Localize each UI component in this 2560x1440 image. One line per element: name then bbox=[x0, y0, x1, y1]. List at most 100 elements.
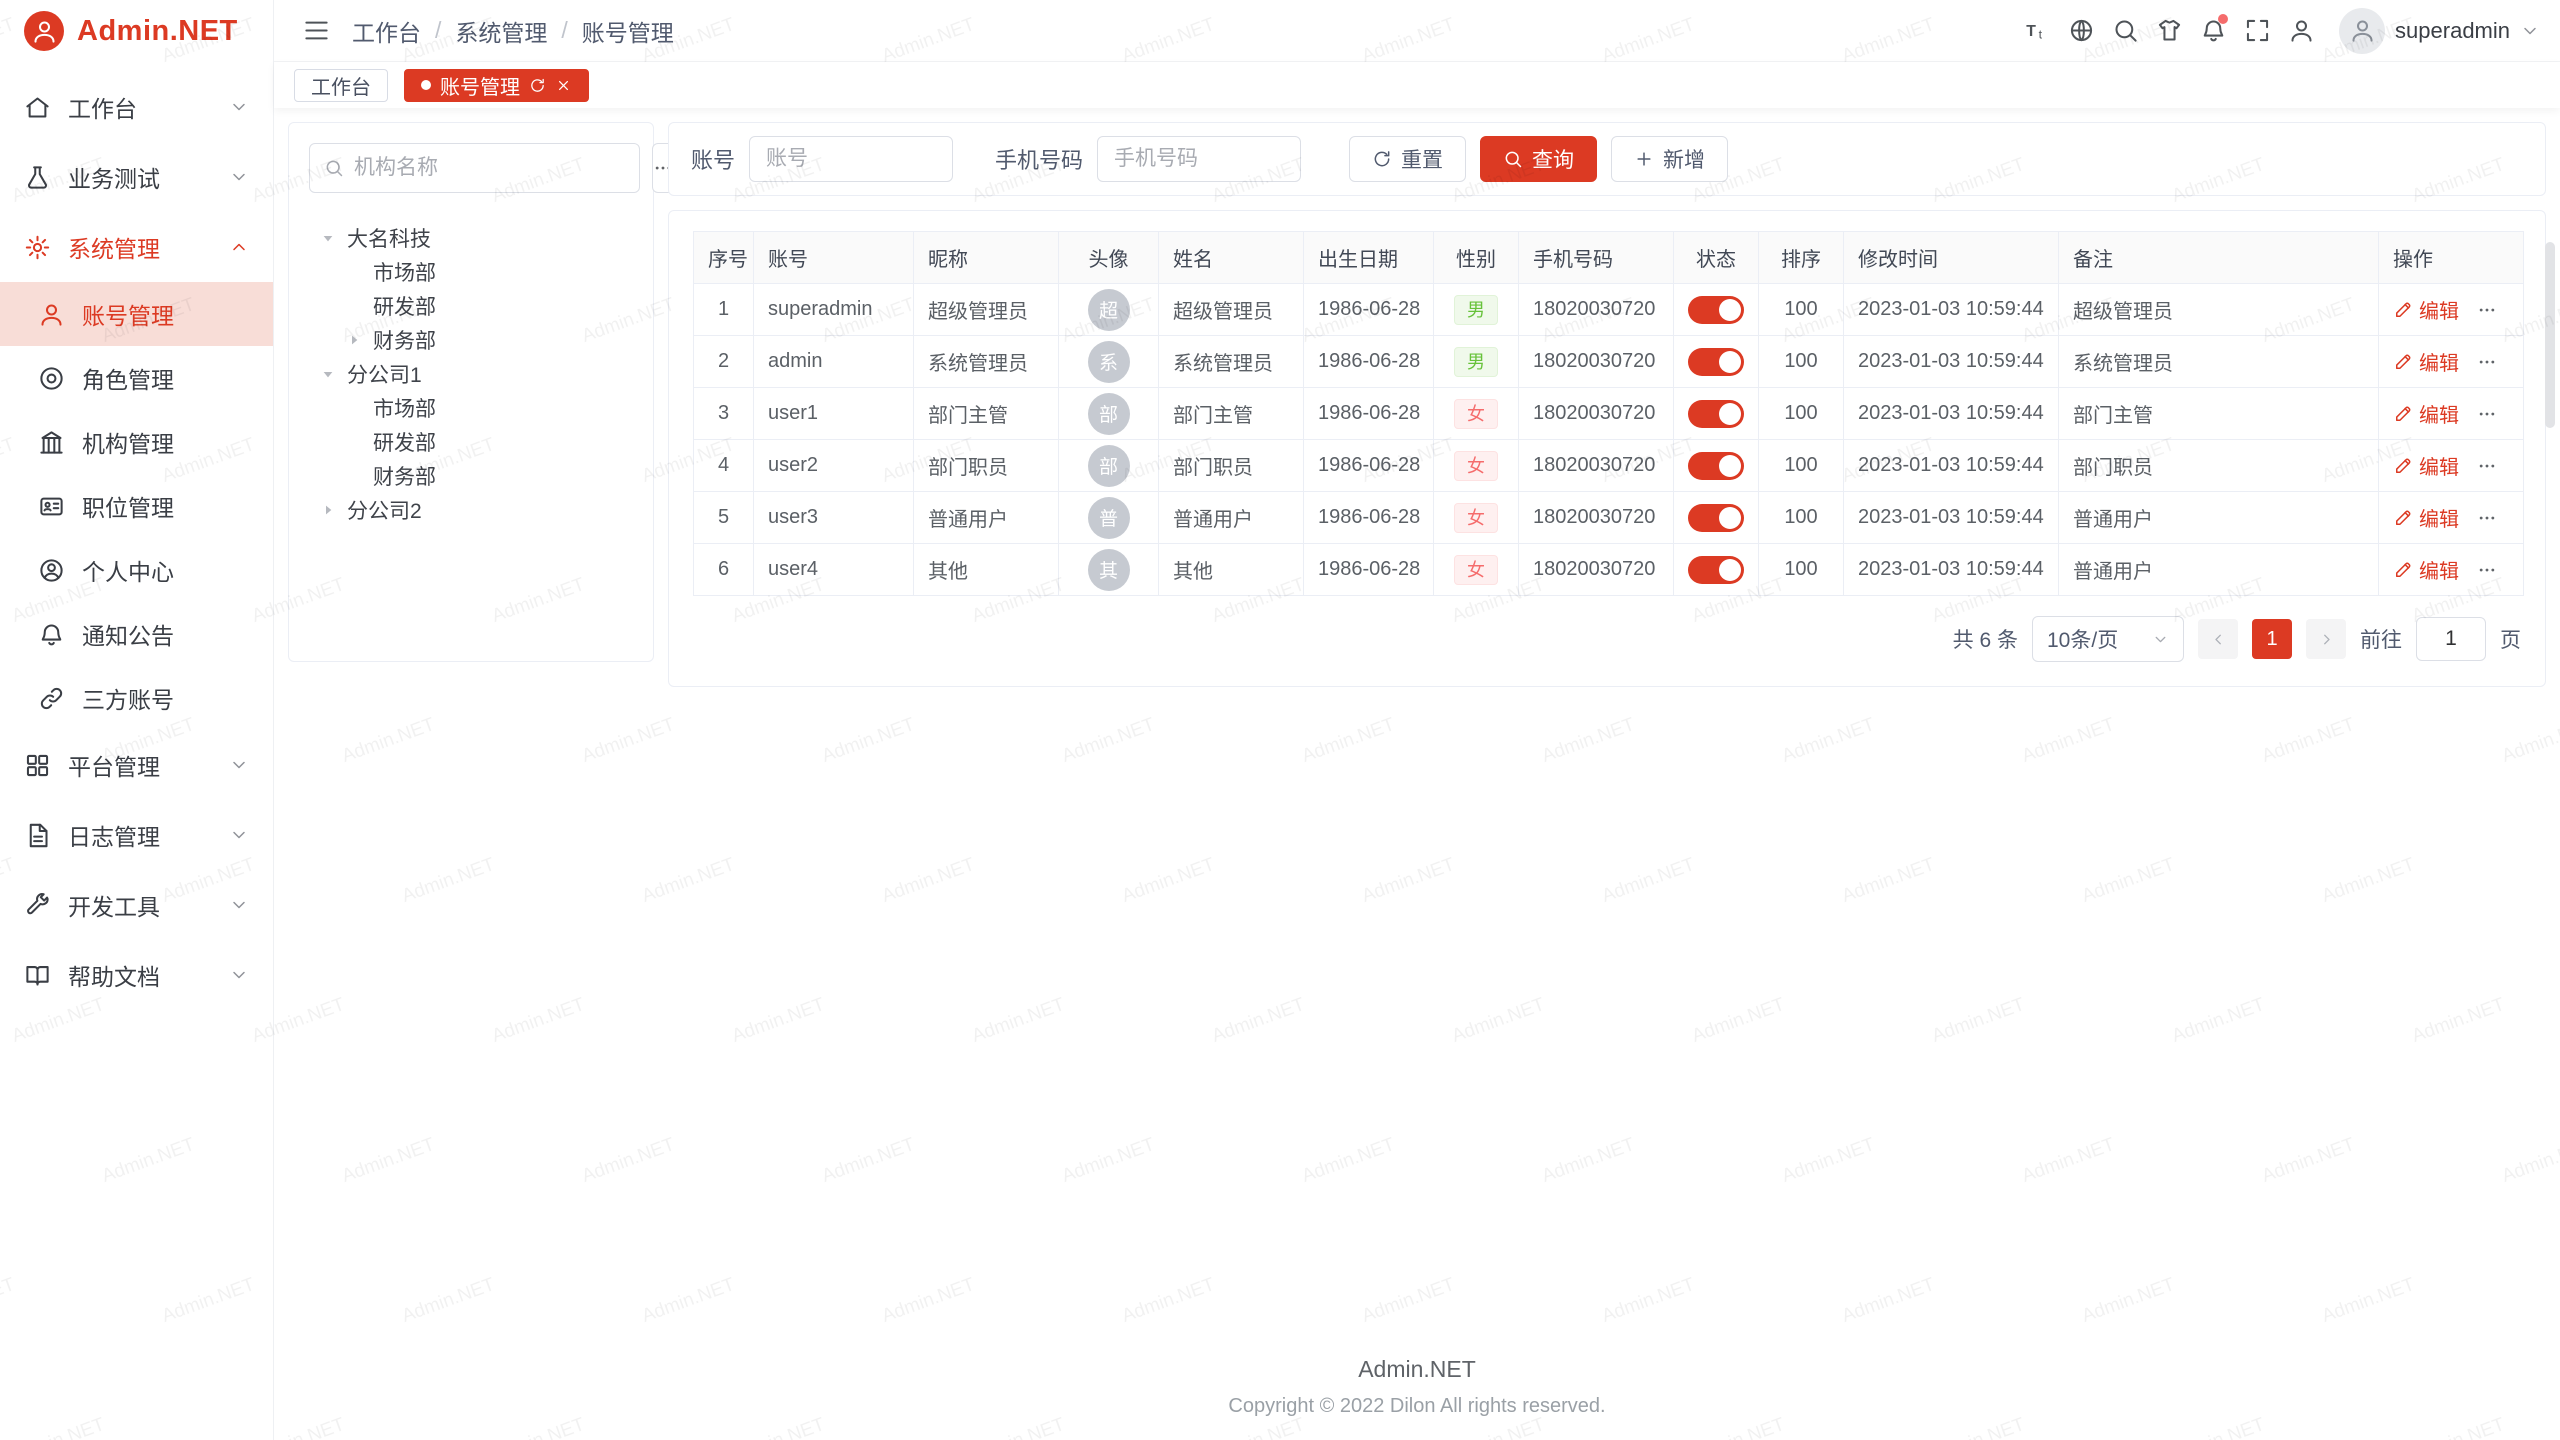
search-icon[interactable] bbox=[2103, 9, 2147, 53]
page-size-select[interactable]: 10条/页 bbox=[2032, 616, 2184, 662]
page-size-value: 10条/页 bbox=[2047, 624, 2118, 654]
edit-button[interactable]: 编辑 bbox=[2393, 555, 2459, 584]
tree-node-1[interactable]: 大名科技 bbox=[309, 221, 633, 255]
page-suffix-label: 页 bbox=[2500, 624, 2521, 654]
status-toggle[interactable] bbox=[1688, 296, 1744, 324]
more-dots-icon bbox=[2477, 352, 2497, 372]
edit-button[interactable]: 编辑 bbox=[2393, 295, 2459, 324]
theme-icon[interactable] bbox=[2147, 9, 2191, 53]
locale-globe-icon[interactable] bbox=[2059, 9, 2103, 53]
sidebar-subitem-7[interactable]: 三方账号 bbox=[0, 666, 273, 730]
tab-2[interactable]: 账号管理 bbox=[404, 69, 589, 102]
status-toggle[interactable] bbox=[1688, 556, 1744, 584]
notification-bell-icon[interactable] bbox=[2191, 9, 2235, 53]
caret-right-icon[interactable] bbox=[343, 329, 365, 351]
sidebar-subitem-2[interactable]: 角色管理 bbox=[0, 346, 273, 410]
sidebar-item-label: 系统管理 bbox=[68, 230, 212, 264]
sidebar-item-2[interactable]: 业务测试 bbox=[0, 142, 273, 212]
sidebar-item-3[interactable]: 系统管理 bbox=[0, 212, 273, 282]
column-header-4: 头像 bbox=[1059, 232, 1159, 284]
row-more-button[interactable] bbox=[2477, 508, 2497, 528]
app-logo[interactable]: Admin.NET bbox=[0, 0, 273, 62]
sidebar-item-5[interactable]: 日志管理 bbox=[0, 800, 273, 870]
sidebar-subitem-6[interactable]: 通知公告 bbox=[0, 602, 273, 666]
gender-tag: 男 bbox=[1454, 295, 1498, 325]
reset-button[interactable]: 重置 bbox=[1349, 136, 1466, 182]
sidebar-collapse-button[interactable] bbox=[294, 9, 338, 53]
search-button[interactable]: 查询 bbox=[1480, 136, 1597, 182]
sidebar-subitem-4[interactable]: 职位管理 bbox=[0, 474, 273, 538]
cell-remark: 普通用户 bbox=[2059, 544, 2379, 596]
caret-right-icon[interactable] bbox=[317, 499, 339, 521]
row-more-button[interactable] bbox=[2477, 300, 2497, 320]
cell-operations: 编辑 bbox=[2379, 440, 2524, 492]
tree-node-7[interactable]: 研发部 bbox=[309, 425, 633, 459]
tree-node-4[interactable]: 财务部 bbox=[309, 323, 633, 357]
tree-node-8[interactable]: 财务部 bbox=[309, 459, 633, 493]
tree-node-9[interactable]: 分公司2 bbox=[309, 493, 633, 527]
phone-query-input[interactable] bbox=[1097, 136, 1301, 182]
font-size-icon[interactable] bbox=[2015, 9, 2059, 53]
tree-node-label: 研发部 bbox=[373, 291, 436, 321]
user-menu[interactable]: superadmin bbox=[2339, 8, 2540, 54]
status-toggle[interactable] bbox=[1688, 452, 1744, 480]
sidebar-subitem-3[interactable]: 机构管理 bbox=[0, 410, 273, 474]
account-query-input[interactable] bbox=[749, 136, 953, 182]
row-more-button[interactable] bbox=[2477, 560, 2497, 580]
edit-button[interactable]: 编辑 bbox=[2393, 503, 2459, 532]
tree-node-2[interactable]: 市场部 bbox=[309, 255, 633, 289]
platform-icon bbox=[24, 752, 51, 779]
edit-button[interactable]: 编辑 bbox=[2393, 399, 2459, 428]
breadcrumb-item-1[interactable]: 工作台 bbox=[352, 14, 421, 48]
tab-close-icon bbox=[555, 77, 572, 94]
sidebar-item-6[interactable]: 开发工具 bbox=[0, 870, 273, 940]
breadcrumb-item-2[interactable]: 系统管理 bbox=[455, 14, 547, 48]
accounts-table-card: 序号账号昵称头像姓名出生日期性别手机号码状态排序修改时间备注操作 1supera… bbox=[668, 210, 2546, 687]
sidebar-subitem-1[interactable]: 账号管理 bbox=[0, 282, 273, 346]
breadcrumb-item-3[interactable]: 账号管理 bbox=[582, 14, 674, 48]
topbar: 工作台/系统管理/账号管理 superadmin bbox=[274, 0, 2560, 62]
goto-page-input[interactable] bbox=[2416, 617, 2486, 661]
edit-icon bbox=[2393, 508, 2413, 528]
fullscreen-icon[interactable] bbox=[2235, 9, 2279, 53]
row-more-button[interactable] bbox=[2477, 456, 2497, 476]
scrollbar-thumb[interactable] bbox=[2545, 242, 2555, 428]
caret-down-icon[interactable] bbox=[317, 363, 339, 385]
prev-page-button[interactable] bbox=[2198, 619, 2238, 659]
row-avatar: 超 bbox=[1088, 289, 1130, 331]
user-icon[interactable] bbox=[2279, 9, 2323, 53]
next-page-button[interactable] bbox=[2306, 619, 2346, 659]
status-toggle[interactable] bbox=[1688, 400, 1744, 428]
sidebar-item-4[interactable]: 平台管理 bbox=[0, 730, 273, 800]
row-more-button[interactable] bbox=[2477, 352, 2497, 372]
tree-node-5[interactable]: 分公司1 bbox=[309, 357, 633, 391]
edit-button[interactable]: 编辑 bbox=[2393, 451, 2459, 480]
tab-1[interactable]: 工作台 bbox=[294, 69, 388, 102]
cell-nickname: 部门主管 bbox=[914, 388, 1059, 440]
row-avatar: 系 bbox=[1088, 341, 1130, 383]
status-toggle[interactable] bbox=[1688, 348, 1744, 376]
status-toggle[interactable] bbox=[1688, 504, 1744, 532]
sidebar-subitem-label: 通知公告 bbox=[82, 617, 174, 651]
sidebar-item-7[interactable]: 帮助文档 bbox=[0, 940, 273, 1010]
tree-node-3[interactable]: 研发部 bbox=[309, 289, 633, 323]
tree-node-6[interactable]: 市场部 bbox=[309, 391, 633, 425]
caret-down-icon[interactable] bbox=[317, 227, 339, 249]
sidebar-item-1[interactable]: 工作台 bbox=[0, 72, 273, 142]
account-icon bbox=[38, 301, 65, 328]
sidebar-subitem-5[interactable]: 个人中心 bbox=[0, 538, 273, 602]
add-button[interactable]: 新增 bbox=[1611, 136, 1728, 182]
cell-account: admin bbox=[754, 336, 914, 388]
page-1-button[interactable]: 1 bbox=[2252, 619, 2292, 659]
topbar-icon-group bbox=[2015, 9, 2323, 53]
cell-gender: 男 bbox=[1434, 336, 1519, 388]
plus-icon bbox=[1634, 149, 1654, 169]
table-row: 5user3普通用户普普通用户1986-06-28女18020030720100… bbox=[694, 492, 2524, 544]
org-search-box bbox=[309, 143, 640, 193]
notice-icon bbox=[38, 621, 65, 648]
column-header-9: 状态 bbox=[1674, 232, 1759, 284]
org-search-input[interactable] bbox=[354, 156, 625, 180]
row-more-button[interactable] bbox=[2477, 404, 2497, 424]
column-header-12: 备注 bbox=[2059, 232, 2379, 284]
edit-button[interactable]: 编辑 bbox=[2393, 347, 2459, 376]
